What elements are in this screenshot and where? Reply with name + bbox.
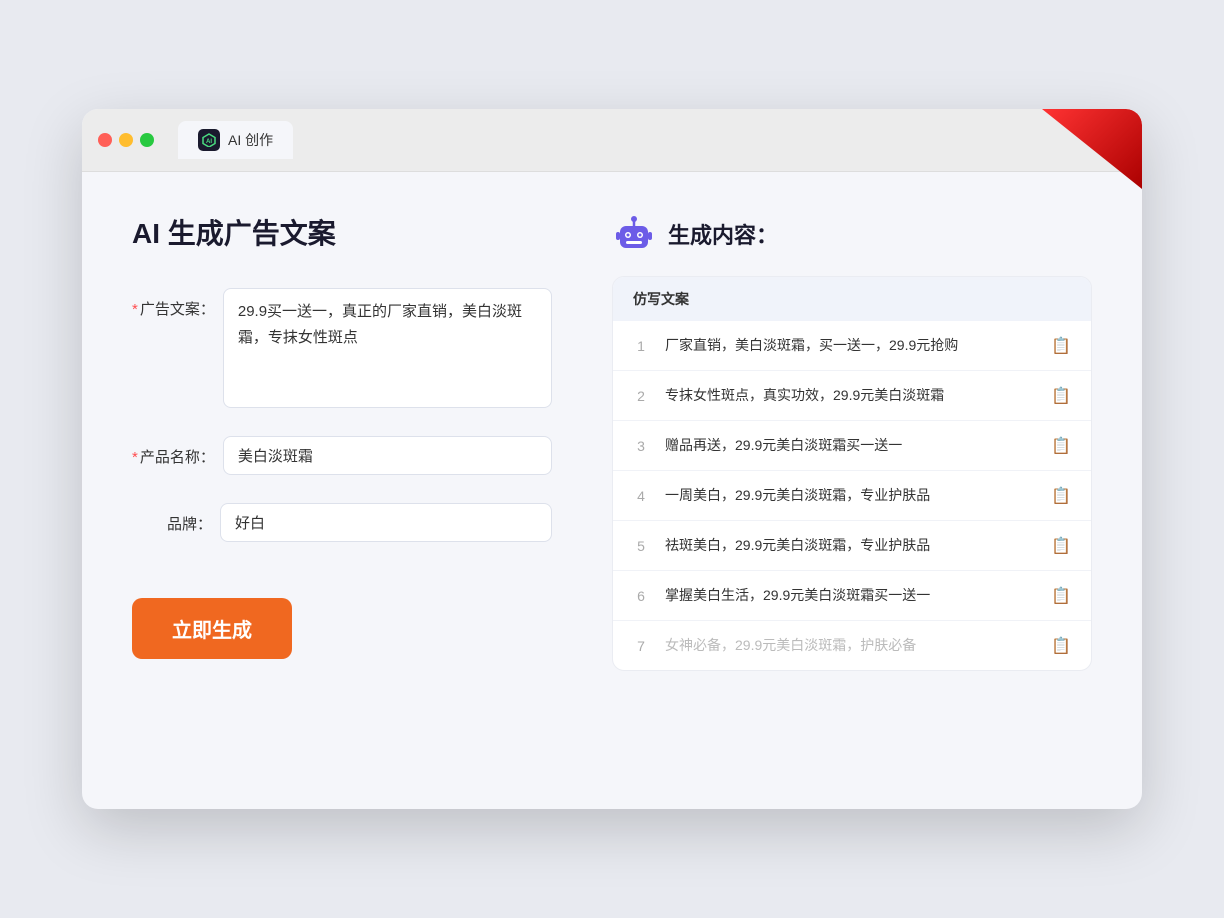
row-number: 4 [633, 488, 649, 504]
copy-icon[interactable]: 📋 [1051, 636, 1071, 656]
copy-icon[interactable]: 📋 [1051, 486, 1071, 506]
copy-icon[interactable]: 📋 [1051, 586, 1071, 606]
row-text: 赠品再送，29.9元美白淡斑霜买一送一 [665, 435, 1035, 456]
row-number: 1 [633, 338, 649, 354]
form-group-ad-copy: *广告文案： 29.9买一送一，真正的厂家直销，美白淡斑霜，专抹女性斑点 [132, 288, 552, 408]
product-name-input[interactable] [223, 436, 552, 475]
left-panel: AI 生成广告文案 *广告文案： 29.9买一送一，真正的厂家直销，美白淡斑霜，… [132, 212, 552, 671]
right-title: 生成内容： [668, 218, 778, 250]
generate-button[interactable]: 立即生成 [132, 598, 292, 659]
row-number: 7 [633, 638, 649, 654]
table-header: 仿写文案 [613, 277, 1091, 321]
row-number: 5 [633, 538, 649, 554]
copy-icon[interactable]: 📋 [1051, 536, 1071, 556]
ai-tab[interactable]: AI AI 创作 [178, 121, 293, 159]
brand-input[interactable] [220, 503, 552, 542]
required-star: * [132, 301, 138, 318]
row-text: 专抹女性斑点，真实功效，29.9元美白淡斑霜 [665, 385, 1035, 406]
row-text: 厂家直销，美白淡斑霜，买一送一，29.9元抢购 [665, 335, 1035, 356]
table-row: 3 赠品再送，29.9元美白淡斑霜买一送一 📋 [613, 421, 1091, 471]
svg-text:AI: AI [206, 139, 212, 145]
ad-copy-input[interactable]: 29.9买一送一，真正的厂家直销，美白淡斑霜，专抹女性斑点 [223, 288, 552, 408]
results-list: 1 厂家直销，美白淡斑霜，买一送一，29.9元抢购 📋 2 专抹女性斑点，真实功效，29… [613, 321, 1091, 670]
table-row: 7 女神必备，29.9元美白淡斑霜，护肤必备 📋 [613, 621, 1091, 670]
minimize-button[interactable] [119, 133, 133, 147]
ad-copy-label: *广告文案： [132, 288, 215, 319]
table-row: 2 专抹女性斑点，真实功效，29.9元美白淡斑霜 📋 [613, 371, 1091, 421]
table-row: 5 祛斑美白，29.9元美白淡斑霜，专业护肤品 📋 [613, 521, 1091, 571]
copy-icon[interactable]: 📋 [1051, 386, 1071, 406]
main-content: AI 生成广告文案 *广告文案： 29.9买一送一，真正的厂家直销，美白淡斑霜，… [82, 172, 1142, 711]
table-row: 1 厂家直销，美白淡斑霜，买一送一，29.9元抢购 📋 [613, 321, 1091, 371]
browser-window: AI AI 创作 AI 生成广告文案 *广告文案： 29.9买一送一，真正的厂家… [82, 109, 1142, 809]
row-text: 祛斑美白，29.9元美白淡斑霜，专业护肤品 [665, 535, 1035, 556]
required-star-2: * [132, 449, 138, 466]
right-panel: 生成内容： 仿写文案 1 厂家直销，美白淡斑霜，买一送一，29.9元抢购 📋 2 专抹女… [612, 212, 1092, 671]
page-title: AI 生成广告文案 [132, 212, 552, 252]
form-group-brand: 品牌： [132, 503, 552, 542]
row-text: 女神必备，29.9元美白淡斑霜，护肤必备 [665, 635, 1035, 656]
copy-icon[interactable]: 📋 [1051, 436, 1071, 456]
right-header: 生成内容： [612, 212, 1092, 256]
ai-tab-icon: AI [198, 129, 220, 151]
table-row: 6 掌握美白生活，29.9元美白淡斑霜买一送一 📋 [613, 571, 1091, 621]
form-group-product-name: *产品名称： [132, 436, 552, 475]
brand-label: 品牌： [132, 503, 212, 534]
maximize-button[interactable] [140, 133, 154, 147]
row-text: 掌握美白生活，29.9元美白淡斑霜买一送一 [665, 585, 1035, 606]
copy-icon[interactable]: 📋 [1051, 336, 1071, 356]
table-row: 4 一周美白，29.9元美白淡斑霜，专业护肤品 📋 [613, 471, 1091, 521]
robot-icon [612, 212, 656, 256]
row-number: 6 [633, 588, 649, 604]
tab-label: AI 创作 [228, 130, 273, 150]
close-button[interactable] [98, 133, 112, 147]
titlebar: AI AI 创作 [82, 109, 1142, 172]
traffic-lights [98, 133, 154, 147]
row-number: 3 [633, 438, 649, 454]
row-number: 2 [633, 388, 649, 404]
results-table: 仿写文案 1 厂家直销，美白淡斑霜，买一送一，29.9元抢购 📋 2 专抹女性斑点，真实… [612, 276, 1092, 671]
product-name-label: *产品名称： [132, 436, 215, 467]
row-text: 一周美白，29.9元美白淡斑霜，专业护肤品 [665, 485, 1035, 506]
